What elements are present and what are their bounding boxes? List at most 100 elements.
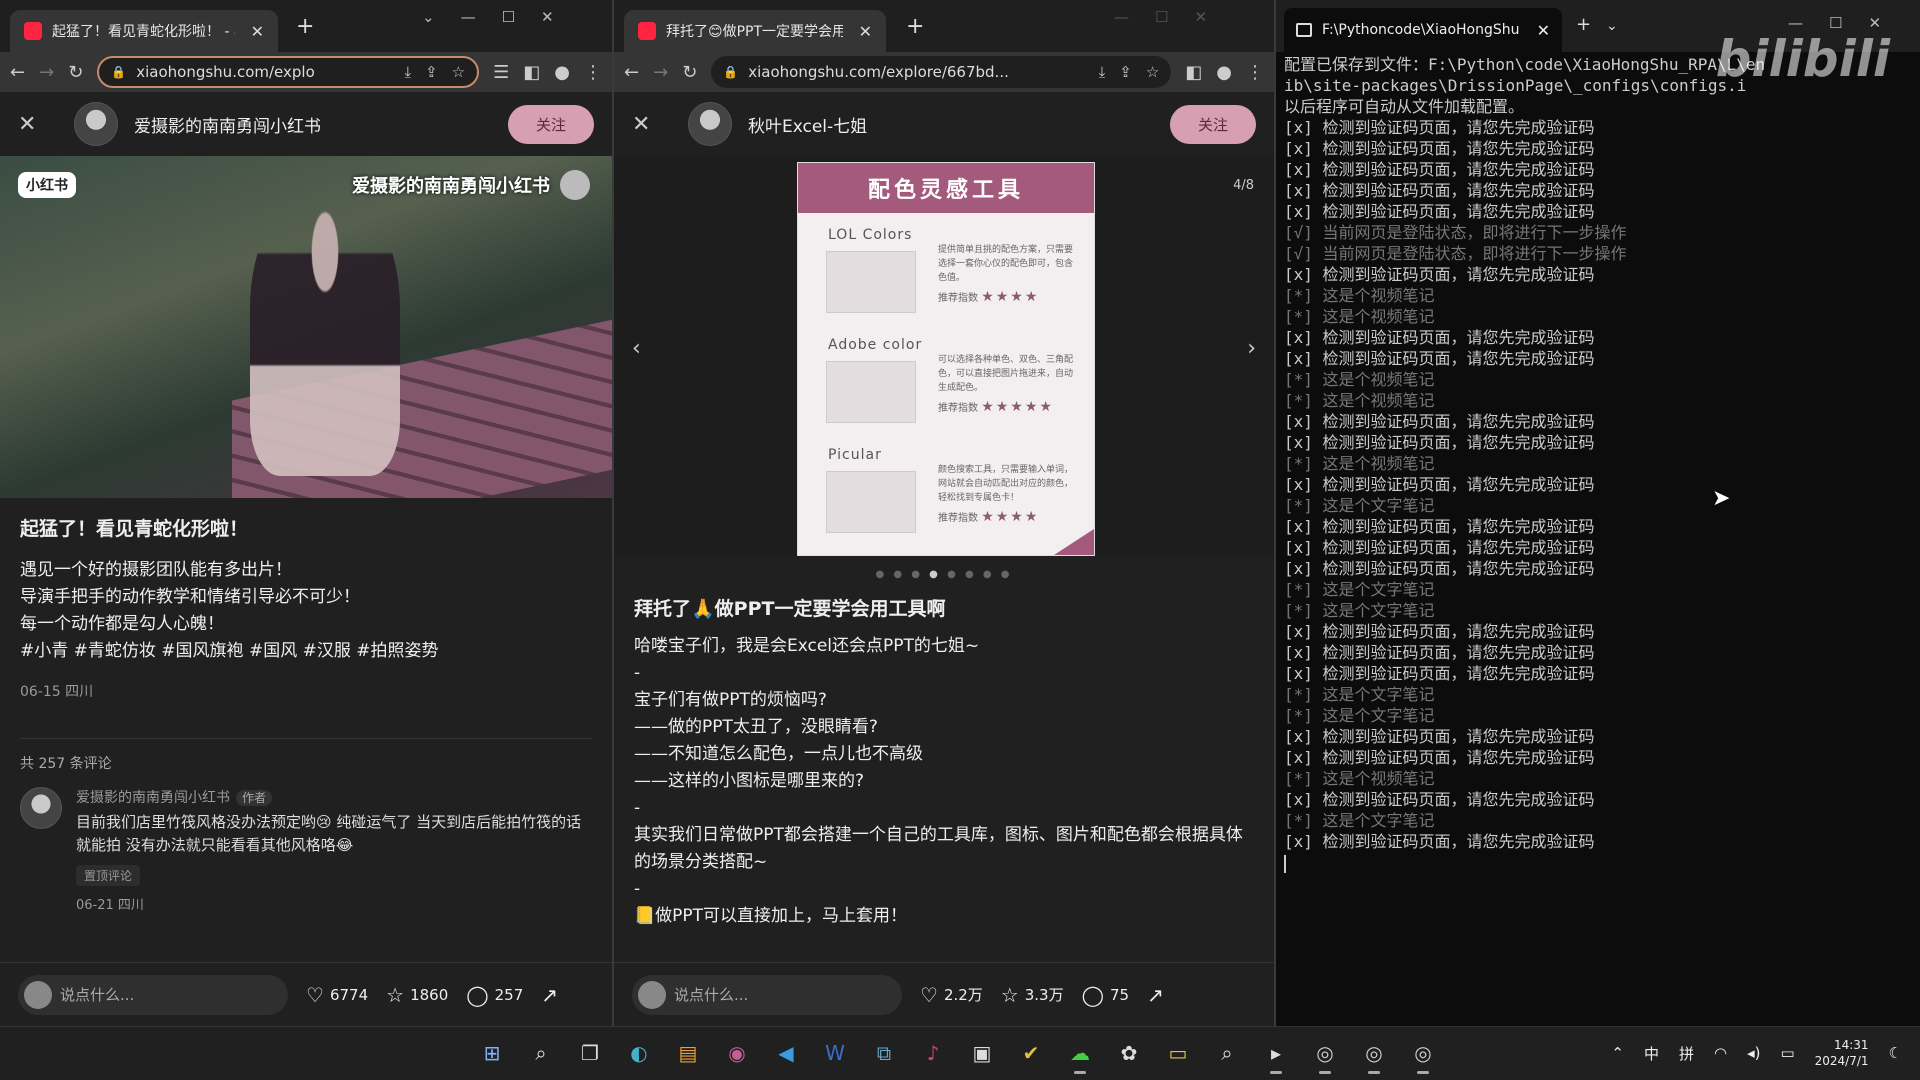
- address-bar[interactable]: 🔒 xiaohongshu.com/explo ⤓ ⇪ ☆: [97, 56, 480, 88]
- star-icon: ☆: [1000, 982, 1019, 1007]
- reload-icon[interactable]: ↻: [682, 62, 697, 83]
- share-button[interactable]: ↗: [1147, 983, 1164, 1007]
- forward-icon[interactable]: →: [653, 62, 668, 83]
- close-tab-icon[interactable]: ✕: [859, 22, 872, 41]
- close-window-icon[interactable]: ✕: [541, 8, 554, 26]
- menu-icon[interactable]: ⋮: [1246, 62, 1264, 83]
- wechat-icon[interactable]: ☁: [1062, 1035, 1098, 1074]
- new-tab-icon[interactable]: +: [1576, 14, 1591, 35]
- prev-image-icon[interactable]: ‹: [632, 336, 641, 361]
- close-note-icon[interactable]: ✕: [18, 112, 58, 137]
- commenter-avatar[interactable]: [20, 787, 62, 829]
- note-title: 拜托了🙏做PPT一定要学会用工具啊: [634, 598, 946, 620]
- maximize-icon[interactable]: ☐: [1155, 8, 1168, 26]
- author-avatar[interactable]: [688, 102, 732, 146]
- edge-icon[interactable]: ◐: [621, 1035, 657, 1071]
- maximize-icon[interactable]: ☐: [502, 8, 515, 26]
- install-icon[interactable]: ⤓: [404, 63, 411, 81]
- back-icon[interactable]: ←: [10, 62, 25, 83]
- close-tab-icon[interactable]: ✕: [251, 22, 264, 41]
- collect-button[interactable]: ☆ 3.3万: [1001, 983, 1064, 1007]
- browser-window-left: 起猛了！看见青蛇化形啦！ - 小 ✕ + ⌄ — ☐ ✕ ← → ↻ 🔒 xia…: [0, 0, 612, 1026]
- start-icon[interactable]: ⊞: [474, 1035, 510, 1071]
- share-icon[interactable]: ⇪: [1119, 63, 1132, 81]
- word-icon[interactable]: W: [817, 1035, 853, 1071]
- terminal-line: [x] 检测到验证码页面，请您先完成验证码: [1284, 265, 1595, 284]
- install-icon[interactable]: ⤓: [1099, 63, 1106, 81]
- share-icon[interactable]: ⇪: [425, 63, 438, 81]
- tab-dropdown-icon[interactable]: ⌄: [1606, 18, 1618, 34]
- terminal-tab[interactable]: F:\Pythoncode\XiaoHongShu ✕: [1284, 8, 1562, 52]
- note-image-carousel[interactable]: ‹ › 4/8 配色灵感工具 LOL Colors 提供简单且挑的配色方案，只需…: [614, 156, 1274, 580]
- author-name[interactable]: 秋叶Excel-七姐: [748, 112, 1154, 137]
- task-view-icon[interactable]: ❐: [572, 1035, 608, 1071]
- terminal-output[interactable]: 配置已保存到文件：F:\Python\code\XiaoHongShu_RPA\…: [1276, 52, 1920, 875]
- note-header: ✕ 秋叶Excel-七姐 关注: [614, 92, 1274, 156]
- notification-icon[interactable]: ☾: [1889, 1044, 1902, 1062]
- next-image-icon[interactable]: ›: [1247, 336, 1256, 361]
- app-icon[interactable]: ⧉: [866, 1035, 902, 1071]
- ime-language[interactable]: 中: [1644, 1043, 1659, 1064]
- lock-icon: 🔒: [723, 65, 739, 79]
- note-tags[interactable]: #小青 #青蛇仿妆 #国风旗袍 #国风 #汉服 #拍照姿势: [20, 638, 592, 665]
- chrome-icon[interactable]: ◎: [1405, 1035, 1441, 1074]
- close-window-icon[interactable]: ✕: [1194, 8, 1207, 26]
- tab-active[interactable]: 拜托了😊做PPT一定要学会用工 ✕: [624, 10, 886, 52]
- author-name[interactable]: 爱摄影的南南勇闯小红书: [134, 112, 492, 137]
- minimize-icon[interactable]: —: [461, 8, 476, 26]
- follow-button[interactable]: 关注: [507, 104, 594, 144]
- commenter-name[interactable]: 爱摄影的南南勇闯小红书: [76, 790, 230, 806]
- terminal-line: [x] 检测到验证码页面，请您先完成验证码: [1284, 412, 1595, 431]
- tab-active[interactable]: 起猛了！看见青蛇化形啦！ - 小 ✕: [10, 10, 278, 52]
- minimize-icon[interactable]: —: [1114, 8, 1129, 26]
- new-tab-icon[interactable]: +: [906, 14, 924, 39]
- address-bar[interactable]: 🔒 xiaohongshu.com/explore/667bd... ⤓ ⇪ ☆: [711, 56, 1172, 88]
- ime-mode[interactable]: 拼: [1679, 1043, 1694, 1064]
- author-avatar[interactable]: [74, 102, 118, 146]
- comment-button[interactable]: ◯ 75: [1082, 983, 1129, 1007]
- reading-list-icon[interactable]: ☰: [493, 62, 509, 83]
- chevron-up-icon[interactable]: ⌃: [1611, 1044, 1624, 1062]
- close-note-icon[interactable]: ✕: [632, 112, 672, 137]
- reload-icon[interactable]: ↻: [68, 62, 83, 83]
- back-icon[interactable]: ←: [624, 62, 639, 83]
- new-tab-icon[interactable]: +: [296, 14, 314, 39]
- file-explorer-icon[interactable]: ▭: [1160, 1035, 1196, 1071]
- side-panel-icon[interactable]: ◧: [1185, 62, 1202, 83]
- like-button[interactable]: ♡ 2.2万: [920, 983, 983, 1007]
- side-panel-icon[interactable]: ◧: [523, 62, 540, 83]
- search-app-icon[interactable]: ⌕: [1209, 1035, 1245, 1071]
- comment-input[interactable]: 说点什么...: [18, 974, 288, 1015]
- terminal-icon[interactable]: ▸: [1258, 1035, 1294, 1074]
- comment-button[interactable]: ◯ 257: [466, 983, 523, 1007]
- app-icon[interactable]: ♪: [915, 1035, 951, 1071]
- note-image[interactable]: 小红书 爱摄影的南南勇闯小红书: [0, 156, 612, 498]
- share-button[interactable]: ↗: [541, 983, 558, 1007]
- vscode-icon[interactable]: ◀: [768, 1035, 804, 1071]
- forward-icon[interactable]: →: [39, 62, 54, 83]
- app-icon[interactable]: ◉: [719, 1035, 755, 1071]
- close-tab-icon[interactable]: ✕: [1537, 21, 1550, 40]
- sublime-icon[interactable]: ▤: [670, 1035, 706, 1071]
- app-icon[interactable]: ▣: [964, 1035, 1000, 1071]
- tab-search-icon[interactable]: ⌄: [422, 8, 435, 26]
- chrome-icon[interactable]: ◎: [1356, 1035, 1392, 1074]
- bookmark-star-icon[interactable]: ☆: [452, 63, 465, 81]
- app-icon[interactable]: ✿: [1111, 1035, 1147, 1071]
- volume-icon[interactable]: ◂): [1747, 1044, 1760, 1062]
- search-icon[interactable]: ⌕: [523, 1035, 559, 1071]
- like-button[interactable]: ♡ 6774: [306, 983, 368, 1007]
- terminal-line: [√] 当前网页是登陆状态，即将进行下一步操作: [1284, 244, 1627, 263]
- battery-icon[interactable]: ▭: [1780, 1044, 1794, 1062]
- bookmark-star-icon[interactable]: ☆: [1146, 63, 1159, 81]
- profile-icon[interactable]: ●: [1216, 62, 1232, 83]
- menu-icon[interactable]: ⋮: [584, 62, 602, 83]
- wifi-icon[interactable]: ◠: [1714, 1044, 1727, 1062]
- chrome-icon[interactable]: ◎: [1307, 1035, 1343, 1074]
- collect-button[interactable]: ☆ 1860: [386, 983, 448, 1007]
- follow-button[interactable]: 关注: [1169, 104, 1256, 144]
- app-icon[interactable]: ✔: [1013, 1035, 1049, 1071]
- profile-icon[interactable]: ●: [554, 62, 570, 83]
- clock[interactable]: 14:31 2024/7/1: [1815, 1037, 1869, 1069]
- comment-input[interactable]: 说点什么...: [632, 974, 902, 1015]
